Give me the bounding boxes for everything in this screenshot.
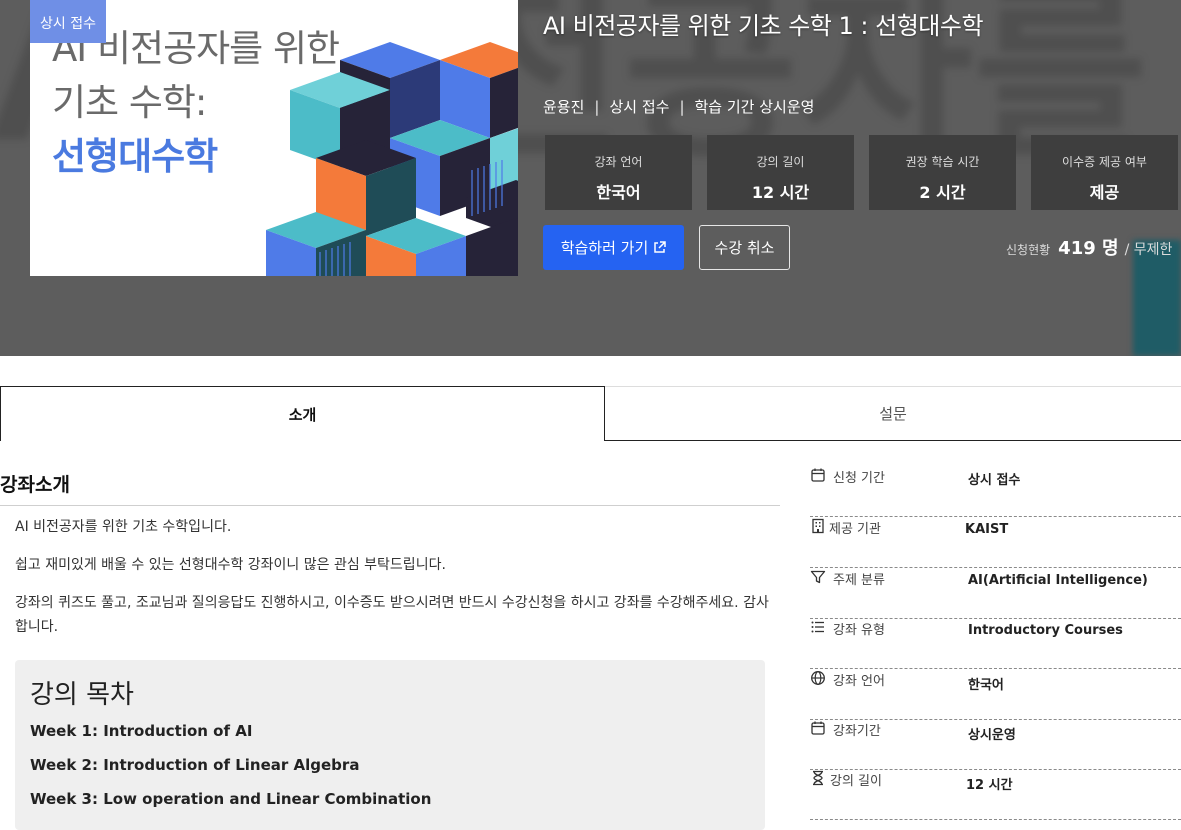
intro-paragraph: 강좌의 퀴즈도 풀고, 조교님과 질의응답도 진행하시고, 이수증도 받으시려면… xyxy=(15,595,769,635)
intro-section-title: 강좌소개 xyxy=(0,474,70,496)
info-box-certificate: 이수증 제공 여부 제공 xyxy=(1031,135,1178,210)
intro-paragraph: AI 비전공자를 위한 기초 수학입니다. xyxy=(15,519,232,535)
enrollment-count: 419 명 xyxy=(1058,238,1119,259)
course-hero: AI 비전공자를 위한 기초 수학: 선형대수학 xyxy=(0,0,1181,356)
sidebar-label: 제공 기관 xyxy=(829,522,881,537)
course-meta: 윤용진 | 상시 접수 | 학습 기간 상시운영 xyxy=(543,96,814,117)
course-title: AI 비전공자를 위한 기초 수학 1 : 선형대수학 xyxy=(543,12,984,40)
info-box-label: 강의 길이 xyxy=(756,155,805,169)
sidebar-row-duration: 강의 길이 12 시간 xyxy=(810,770,1181,820)
sidebar-row-course-type: 강좌 유형 Introductory Courses xyxy=(810,619,1181,669)
go-to-course-label: 학습하러 가기 xyxy=(560,239,649,257)
list-icon xyxy=(811,621,824,633)
status-badge: 상시 접수 xyxy=(30,0,106,43)
instructor-name: 윤용진 xyxy=(543,98,585,116)
filter-icon xyxy=(810,570,826,584)
info-box-value: 2 시간 xyxy=(919,183,966,202)
hourglass-icon xyxy=(813,770,823,786)
thumbnail-title-line: 기초 수학: xyxy=(52,81,207,124)
course-thumbnail: AI 비전공자를 위한 기초 수학: 선형대수학 상시 접수 xyxy=(30,0,518,276)
sidebar-value: KAIST xyxy=(965,522,1009,537)
divider xyxy=(0,505,780,506)
info-box-label: 권장 학습 시간 xyxy=(905,155,980,169)
enroll-status: 상시 접수 xyxy=(609,98,670,116)
sidebar-value: 12 시간 xyxy=(966,778,1013,793)
outline-item: Week 1: Introduction of AI xyxy=(30,722,253,740)
sidebar-value: 상시 접수 xyxy=(968,473,1021,488)
tab-intro[interactable]: 소개 xyxy=(0,386,605,441)
sidebar-row-apply-period: 신청 기간 상시 접수 xyxy=(810,467,1181,517)
building-icon xyxy=(812,518,824,534)
thumbnail-title-line: 선형대수학 xyxy=(52,135,218,178)
sidebar-row-subject: 주제 분류 AI(Artificial Intelligence) xyxy=(810,569,1181,619)
info-box-value: 12 시간 xyxy=(751,183,810,202)
enrollment-limit: / 무제한 xyxy=(1124,242,1173,258)
info-box-language: 강좌 언어 한국어 xyxy=(545,135,692,210)
info-box-label: 강좌 언어 xyxy=(594,155,643,169)
study-period: 학습 기간 상시운영 xyxy=(694,98,815,116)
course-outline: 강의 목차 Week 1: Introduction of AI Week 2:… xyxy=(15,660,765,830)
outline-item: Week 2: Introduction of Linear Algebra xyxy=(30,756,360,774)
sidebar-value: 한국어 xyxy=(968,678,1004,693)
sidebar-label: 신청 기간 xyxy=(833,471,885,486)
cancel-enrollment-button[interactable]: 수강 취소 xyxy=(699,225,790,270)
sidebar-value: 상시운영 xyxy=(968,728,1016,743)
sidebar-row-course-period: 강좌기간 상시운영 xyxy=(810,720,1181,770)
enrollment-label: 신청현황 xyxy=(1006,243,1051,257)
info-box-value: 제공 xyxy=(1089,183,1120,202)
info-box-label: 이수증 제공 여부 xyxy=(1062,155,1147,169)
sidebar-label: 강좌 유형 xyxy=(833,623,885,638)
meta-separator: | xyxy=(679,98,685,116)
calendar-icon xyxy=(811,468,825,482)
sidebar-label: 주제 분류 xyxy=(833,573,885,588)
intro-paragraph: 쉽고 재미있게 배울 수 있는 선형대수학 강좌이니 많은 관심 부탁드립니다. xyxy=(15,557,446,573)
sidebar-label: 강의 길이 xyxy=(830,774,882,789)
sidebar-label: 강좌 언어 xyxy=(833,674,885,689)
info-box-duration: 강의 길이 12 시간 xyxy=(707,135,854,210)
info-box-value: 한국어 xyxy=(596,183,641,202)
calendar-icon xyxy=(811,721,825,735)
external-link-icon xyxy=(654,241,667,253)
outline-item: Week 3: Low operation and Linear Combina… xyxy=(30,790,432,808)
info-box-study-time: 권장 학습 시간 2 시간 xyxy=(869,135,1016,210)
enrollment-status: 신청현황 419 명 / 무제한 xyxy=(1006,234,1172,260)
go-to-course-button[interactable]: 학습하러 가기 xyxy=(543,225,684,270)
outline-title: 강의 목차 xyxy=(30,680,134,710)
globe-icon xyxy=(811,671,825,685)
sidebar-row-provider: 제공 기관 KAIST xyxy=(810,518,1181,568)
thumbnail-title: AI 비전공자를 위한 기초 수학: 선형대수학 xyxy=(52,22,340,184)
sidebar-value: Introductory Courses xyxy=(968,623,1123,638)
content-tabs: 소개 설문 xyxy=(0,386,1181,441)
meta-separator: | xyxy=(594,98,600,116)
sidebar-row-language: 강좌 언어 한국어 xyxy=(810,670,1181,720)
tab-survey[interactable]: 설문 xyxy=(605,386,1181,441)
sidebar-label: 강좌기간 xyxy=(833,724,881,739)
sidebar-value: AI(Artificial Intelligence) xyxy=(968,573,1148,588)
